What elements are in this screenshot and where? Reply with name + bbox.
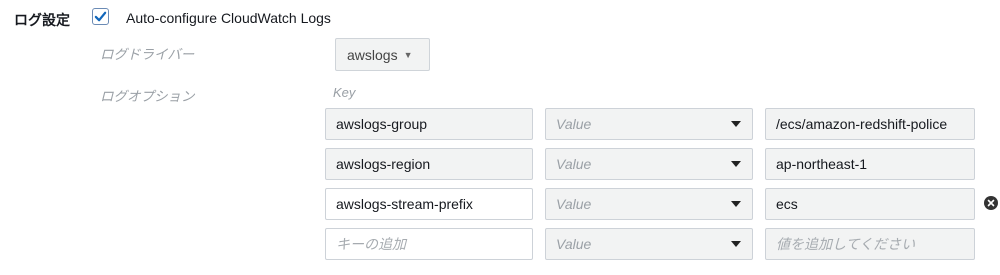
key-field[interactable]: awslogs-group	[325, 108, 533, 140]
value-type-select[interactable]: Value	[545, 148, 753, 180]
remove-circle-icon[interactable]	[984, 196, 998, 210]
caret-down-icon	[731, 121, 741, 127]
log-options-label: ログオプション	[100, 89, 195, 104]
new-log-option-row: キーの追加 Value 値を追加してください	[0, 228, 1000, 260]
log-driver-label: ログドライバー	[100, 47, 195, 62]
auto-configure-label[interactable]: Auto-configure CloudWatch Logs	[126, 10, 331, 26]
value-type-label: Value	[556, 116, 592, 132]
caret-down-icon	[731, 201, 741, 207]
key-field[interactable]: awslogs-region	[325, 148, 533, 180]
value-field[interactable]: ecs	[765, 188, 975, 220]
auto-configure-checkbox[interactable]	[92, 8, 109, 25]
value-type-select[interactable]: Value	[545, 108, 753, 140]
value-field[interactable]: /ecs/amazon-redshift-police	[765, 108, 975, 140]
caret-down-icon	[731, 161, 741, 167]
value-field[interactable]: ap-northeast-1	[765, 148, 975, 180]
value-type-select[interactable]: Value	[545, 188, 753, 220]
value-type-label: Value	[556, 156, 592, 172]
log-option-row: awslogs-group Value /ecs/amazon-redshift…	[0, 108, 1000, 140]
log-driver-value: awslogs	[347, 46, 398, 63]
log-settings-label: ログ設定	[14, 12, 70, 28]
new-value-input[interactable]: 値を追加してください	[765, 228, 975, 260]
new-key-input[interactable]: キーの追加	[325, 228, 533, 260]
log-option-row: awslogs-stream-prefix Value ecs	[0, 188, 1000, 220]
check-icon	[94, 11, 107, 22]
log-driver-dropdown[interactable]: awslogs ▼	[335, 38, 430, 71]
value-type-label: Value	[556, 236, 592, 252]
caret-down-icon	[731, 241, 741, 247]
key-column-header: Key	[333, 85, 356, 100]
caret-down-icon: ▼	[403, 49, 413, 60]
log-option-row: awslogs-region Value ap-northeast-1	[0, 148, 1000, 180]
key-field[interactable]: awslogs-stream-prefix	[325, 188, 533, 220]
value-type-select[interactable]: Value	[545, 228, 753, 260]
value-type-label: Value	[556, 196, 592, 212]
